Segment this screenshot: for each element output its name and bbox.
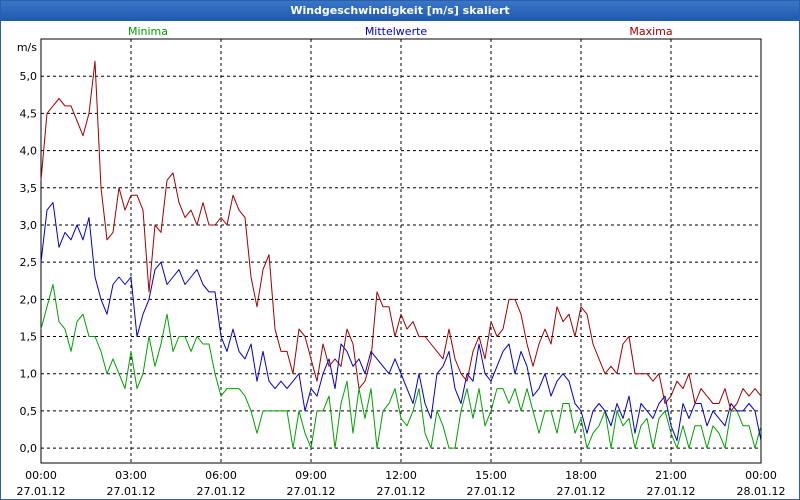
y-tick-label: 4,0 xyxy=(20,145,38,158)
x-tick-time-label: 00:00 xyxy=(25,469,57,482)
y-tick-label: 1,5 xyxy=(20,331,38,344)
y-tick-label: 2,0 xyxy=(20,293,38,306)
y-tick-label: 0,0 xyxy=(20,442,38,455)
x-tick-time-label: 12:00 xyxy=(385,469,417,482)
x-tick-date-label: 27.01.12 xyxy=(377,485,426,498)
x-tick-date-label: 27.01.12 xyxy=(197,485,246,498)
y-axis-label: m/s xyxy=(17,41,37,54)
y-tick-label: 0,5 xyxy=(20,405,38,418)
x-tick-time-label: 18:00 xyxy=(565,469,597,482)
x-tick-time-label: 00:00 xyxy=(745,469,777,482)
x-tick-date-label: 28.01.12 xyxy=(737,485,786,498)
y-tick-label: 1,0 xyxy=(20,368,38,381)
x-tick-time-label: 06:00 xyxy=(205,469,237,482)
y-tick-label: 2,5 xyxy=(20,256,38,269)
x-tick-time-label: 15:00 xyxy=(475,469,507,482)
legend-label-minima: Minima xyxy=(128,25,168,38)
x-tick-time-label: 09:00 xyxy=(295,469,327,482)
legend-label-mittelwerte: Mittelwerte xyxy=(365,25,428,38)
x-tick-time-label: 03:00 xyxy=(115,469,147,482)
x-tick-date-label: 27.01.12 xyxy=(647,485,696,498)
x-tick-date-label: 27.01.12 xyxy=(17,485,66,498)
line-chart: 0,0 0,5 1,0 1,5 2,0 2,5 3,0 3,5 4,0 4,5 5,0 m/s 00:0… xyxy=(17,25,786,498)
x-tick-date-label: 27.01.12 xyxy=(467,485,516,498)
y-tick-label: 4,5 xyxy=(20,107,38,120)
chart-window: Windgeschwindigkeit [m/s] skaliert 0,0 0,… xyxy=(0,0,800,500)
x-tick-date-label: 27.01.12 xyxy=(557,485,606,498)
x-tick-date-label: 27.01.12 xyxy=(287,485,336,498)
y-tick-label: 3,0 xyxy=(20,219,38,232)
y-tick-label: 3,5 xyxy=(20,182,38,195)
x-tick-date-label: 27.01.12 xyxy=(107,485,156,498)
y-tick-label: 5,0 xyxy=(20,70,38,83)
x-tick-time-label: 21:00 xyxy=(655,469,687,482)
legend-label-maxima: Maxima xyxy=(629,25,672,38)
